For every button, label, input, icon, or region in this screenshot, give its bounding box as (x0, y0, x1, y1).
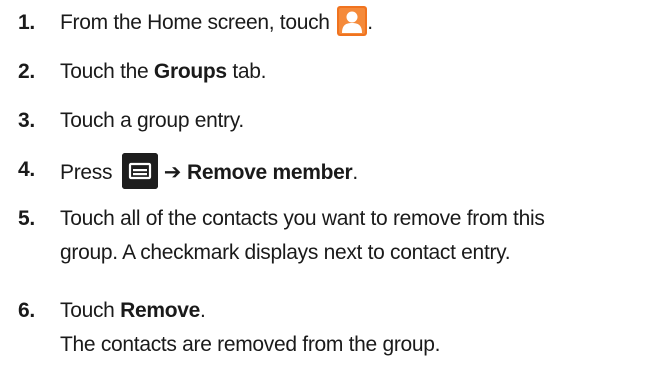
step-text-after: tab. (232, 60, 267, 83)
step-text-before: From the Home screen, touch (60, 11, 330, 34)
step-text-before: Press (60, 161, 113, 184)
step-number: 4. (18, 158, 35, 181)
step-number: 3. (18, 109, 35, 132)
remove-member-option: Remove member (187, 161, 353, 184)
step-text-after: . (200, 299, 206, 322)
contacts-app-icon (337, 6, 368, 36)
step-text-line-2: group. A checkmark displays next to cont… (60, 241, 511, 264)
step-text: Touch a group entry. (60, 109, 244, 132)
step-text: From the Home screen, touch . (60, 6, 645, 40)
groups-tab-label: Groups (153, 60, 227, 83)
remove-button-label: Remove (120, 299, 200, 322)
step-number: 2. (18, 60, 35, 83)
step-text: Touch the Groups tab. (60, 55, 645, 89)
step-text-before: Touch the (60, 60, 149, 83)
menu-key-icon (121, 153, 158, 189)
step-text: Touch Remove. (60, 294, 645, 328)
step-number: 5. (18, 207, 35, 230)
step-number: 1. (18, 11, 35, 34)
arrow-right-icon: ➔ (163, 161, 182, 184)
step-text: Press ➔ Remove member. (60, 153, 645, 190)
result-note: The contacts are removed from the group. (60, 333, 441, 356)
step-number: 6. (18, 299, 35, 322)
step-text-before: Touch (60, 299, 115, 322)
step-text-after: . (352, 161, 358, 184)
step-text-after: . (367, 11, 373, 34)
step-text-line-1: Touch all of the contacts you want to re… (60, 207, 545, 230)
